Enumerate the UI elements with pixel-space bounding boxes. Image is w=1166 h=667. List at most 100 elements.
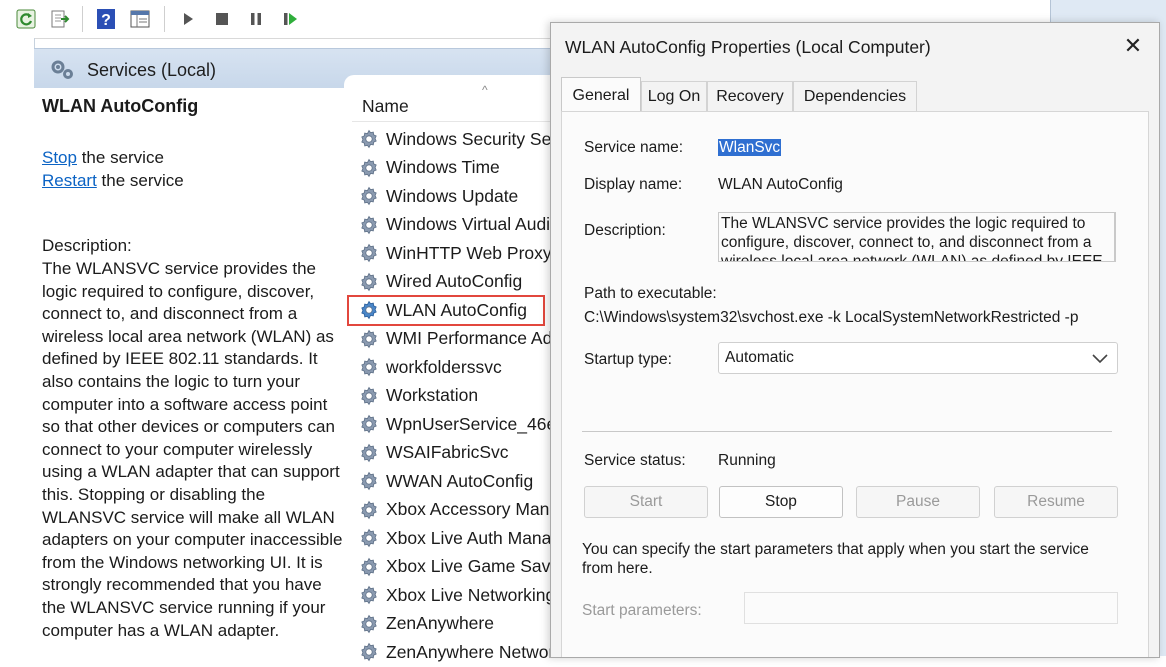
- service-name: WWAN AutoConfig: [386, 470, 534, 491]
- service-gear-icon: [361, 357, 377, 377]
- start-button[interactable]: Start: [584, 486, 708, 518]
- show-hide-pane-icon[interactable]: [128, 7, 152, 31]
- path-label: Path to executable:: [584, 285, 717, 302]
- stop-link-suffix: the service: [76, 148, 164, 167]
- general-tab-content: Service name: WlanSvc Display name: WLAN…: [561, 111, 1149, 657]
- stop-button[interactable]: Stop: [719, 486, 843, 518]
- service-gear-icon: [361, 300, 377, 320]
- startup-type-select[interactable]: Automatic: [718, 342, 1118, 374]
- start-parameters-input[interactable]: [744, 592, 1118, 624]
- service-name: Windows Security Service: [386, 128, 554, 149]
- service-gear-icon: [361, 272, 377, 292]
- start-service-icon[interactable]: [176, 7, 200, 31]
- extended-description-pane: WLAN AutoConfig Stop the service Restart…: [34, 88, 344, 656]
- service-gear-icon: [361, 186, 377, 206]
- service-name: Xbox Live Game Save: [386, 556, 554, 577]
- service-row[interactable]: WinHTTP Web Proxy Auto-Discovery Service: [358, 239, 554, 268]
- service-gear-icon: [361, 215, 377, 235]
- selected-service-title: WLAN AutoConfig: [42, 96, 199, 116]
- service-row[interactable]: Workstation: [358, 382, 554, 411]
- service-name: ZenAnywhere Network: [386, 641, 554, 662]
- service-name: Wired AutoConfig: [386, 271, 523, 292]
- service-name: WinHTTP Web Proxy Auto-Discovery Service: [386, 242, 554, 263]
- service-row[interactable]: WMI Performance Adapter: [358, 325, 554, 354]
- service-name: Windows Virtual Audio Device Proxy Servi…: [386, 214, 554, 235]
- service-row[interactable]: Wired AutoConfig: [358, 268, 554, 297]
- tab-log-on[interactable]: Log On: [641, 81, 707, 111]
- service-row[interactable]: Windows Time: [358, 154, 554, 183]
- description-heading: Description:: [42, 236, 132, 255]
- service-row[interactable]: Xbox Accessory Management Service: [358, 496, 554, 525]
- start-parameters-label: Start parameters:: [582, 602, 702, 619]
- description-field[interactable]: The WLANSVC service provides the logic r…: [718, 212, 1116, 262]
- divider: [582, 431, 1112, 432]
- service-name: Workstation: [386, 385, 479, 406]
- refresh-icon[interactable]: [14, 7, 38, 31]
- restart-service-link[interactable]: Restart: [42, 171, 97, 190]
- resume-button[interactable]: Resume: [994, 486, 1118, 518]
- service-gear-icon: [361, 500, 377, 520]
- service-name: WpnUserService_46e8: [386, 413, 554, 434]
- service-name: Windows Update: [386, 185, 519, 206]
- services-list: ^ Name Windows Security Service Windows T…: [344, 75, 554, 662]
- gears-icon: [48, 57, 76, 86]
- service-row[interactable]: workfolderssvc: [358, 353, 554, 382]
- service-gear-icon: [361, 129, 377, 149]
- service-gear-icon: [361, 642, 377, 662]
- stop-service-link[interactable]: Stop: [42, 148, 77, 167]
- service-status-value: Running: [718, 452, 776, 469]
- restart-service-icon[interactable]: [278, 7, 302, 31]
- service-name-label: Service name:: [584, 139, 684, 156]
- service-gear-icon: [361, 386, 377, 406]
- service-gear-icon: [361, 243, 377, 263]
- start-parameters-note: You can specify the start parameters tha…: [582, 541, 1089, 577]
- selected-service-row[interactable]: WLAN AutoConfig: [347, 295, 545, 326]
- export-list-icon[interactable]: [48, 7, 72, 31]
- service-gear-icon: [361, 158, 377, 178]
- stop-service-icon[interactable]: [210, 7, 234, 31]
- service-gear-icon: [361, 557, 377, 577]
- display-name-label: Display name:: [584, 176, 683, 193]
- service-name: workfolderssvc: [386, 356, 502, 377]
- help-icon[interactable]: ?: [94, 7, 118, 31]
- service-gear-icon: [361, 528, 377, 548]
- service-row[interactable]: Xbox Live Auth Manager: [358, 524, 554, 553]
- sort-ascending-icon: ^: [482, 83, 488, 97]
- service-row[interactable]: Windows Security Service: [358, 125, 554, 154]
- service-gear-icon: [361, 585, 377, 605]
- pause-service-icon[interactable]: [244, 7, 268, 31]
- tab-dependencies[interactable]: Dependencies: [793, 81, 917, 111]
- description-label: Description:: [584, 222, 666, 239]
- service-name: WLAN AutoConfig: [386, 299, 528, 320]
- service-row[interactable]: ZenAnywhere Network: [358, 638, 554, 667]
- tab-general[interactable]: General: [561, 77, 641, 111]
- service-row[interactable]: WSAIFabricSvc: [358, 439, 554, 468]
- service-name: WMI Performance Adapter: [386, 328, 554, 349]
- description-text: The WLANSVC service provides the logic r…: [42, 259, 343, 640]
- tab-recovery[interactable]: Recovery: [707, 81, 793, 111]
- service-name-value[interactable]: WlanSvc: [718, 139, 782, 156]
- service-row[interactable]: WWAN AutoConfig: [358, 467, 554, 496]
- startup-type-value: Automatic: [725, 349, 794, 366]
- service-row[interactable]: Windows Update: [358, 182, 554, 211]
- close-icon[interactable]: ✕: [1121, 35, 1145, 59]
- services-panel-title: Services (Local): [87, 60, 217, 80]
- service-status-label: Service status:: [584, 452, 686, 469]
- service-row[interactable]: Xbox Live Networking Service: [358, 581, 554, 610]
- services-rows: Windows Security Service Windows Time Wind…: [347, 125, 554, 667]
- service-name: WSAIFabricSvc: [386, 442, 509, 463]
- service-gear-icon: [361, 614, 377, 634]
- restart-link-suffix: the service: [96, 171, 184, 190]
- service-row[interactable]: WpnUserService_46e8: [358, 410, 554, 439]
- service-row[interactable]: Xbox Live Game Save: [358, 553, 554, 582]
- console-tree-pane: [0, 38, 35, 656]
- pause-button[interactable]: Pause: [856, 486, 980, 518]
- display-name-value[interactable]: WLAN AutoConfig: [718, 176, 843, 194]
- service-row[interactable]: Windows Virtual Audio Device Proxy Servi…: [358, 211, 554, 240]
- column-header-name[interactable]: Name: [362, 96, 409, 117]
- service-name: Windows Time: [386, 157, 500, 178]
- service-row[interactable]: ZenAnywhere: [358, 610, 554, 639]
- startup-type-label: Startup type:: [584, 351, 672, 368]
- dialog-title: WLAN AutoConfig Properties (Local Comput…: [565, 37, 931, 57]
- path-value[interactable]: C:\Windows\system32\svchost.exe -k Local…: [584, 309, 1078, 327]
